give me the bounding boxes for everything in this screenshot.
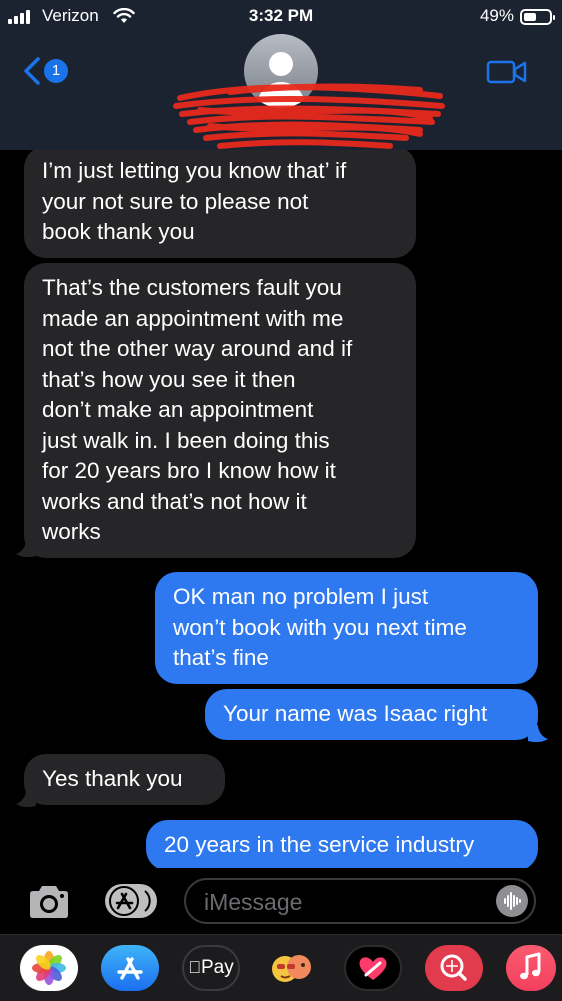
digital-touch-heart-icon [359, 957, 387, 980]
message-bubble-outgoing[interactable]: OK man no problem I just won’t book with… [155, 572, 538, 684]
message-line: That’s the customers fault you [42, 275, 342, 300]
chevron-left-icon [24, 57, 40, 85]
message-input[interactable] [202, 888, 476, 916]
battery-percent: 49% [479, 6, 514, 25]
photos-icon [32, 951, 66, 985]
redaction-scribble [173, 83, 445, 149]
message-bubble-incoming[interactable]: Yes thank you [24, 754, 225, 805]
message-line: that’s fine [173, 645, 269, 670]
apple-pay-label: Pay [194, 957, 234, 978]
app-store-button[interactable] [105, 884, 157, 918]
imessage-app-drawer: Pay [0, 934, 562, 1001]
conversation-header: Verizon 3:32 PM 49% 1 [0, 0, 562, 150]
bubble-tail [528, 725, 548, 743]
message-thread[interactable]: I’m just letting you know that’ if your … [0, 150, 562, 868]
message-line: for 20 years bro I know how it [42, 458, 336, 483]
camera-icon[interactable] [26, 884, 72, 920]
music-note-icon [520, 952, 541, 980]
photos-app-button[interactable] [20, 945, 78, 991]
message-bubble-outgoing[interactable]: Your name was Isaac right [205, 689, 538, 740]
message-input-field[interactable] [184, 878, 536, 924]
message-bubble-outgoing[interactable]: 20 years in the service industry [146, 820, 538, 868]
message-line: book thank you [42, 219, 195, 244]
back-button[interactable]: 1 [22, 56, 68, 86]
battery-level-fill [524, 13, 536, 21]
message-line: Yes thank you [42, 766, 183, 791]
message-line: works and that’s not how it [42, 488, 307, 514]
message-line: works [42, 519, 101, 544]
message-line: not the other way around and if [42, 336, 353, 361]
message-line: your not sure to please not [42, 188, 309, 214]
audio-waveform-icon [504, 892, 521, 910]
bubble-tail [16, 790, 36, 808]
audio-message-button[interactable] [496, 885, 528, 917]
message-bubble-incoming[interactable]: That’s the customers fault you made an a… [24, 263, 416, 558]
unread-badge: 1 [44, 59, 68, 83]
message-bubble-incoming[interactable]: I’m just letting you know that’ if your … [24, 150, 416, 258]
app-store-icon [117, 957, 143, 980]
message-line: won’t book with you next time [173, 614, 467, 640]
image-search-app-button[interactable] [425, 945, 483, 991]
message-line: made an appointment with me [42, 305, 344, 331]
video-camera-icon[interactable] [486, 58, 528, 86]
apple-pay-icon:  [188, 958, 201, 977]
digital-touch-app-button[interactable] [344, 945, 402, 991]
music-app-button[interactable] [506, 945, 556, 991]
message-line: Your name was Isaac right [223, 701, 488, 726]
status-bar: Verizon 3:32 PM 49% [0, 6, 562, 28]
app-store-app-button[interactable] [101, 945, 159, 991]
message-line: that’s how you see it then [42, 366, 296, 392]
app-store-icon [109, 886, 151, 916]
memoji-icon [272, 955, 311, 982]
clock-time: 3:32 PM [248, 6, 314, 25]
apple-pay-app-button[interactable]: Pay [182, 945, 240, 991]
message-line: don’t make an appointment [42, 397, 314, 422]
message-line: just walk in. I been doing this [42, 427, 330, 453]
memoji-app-button[interactable] [263, 945, 321, 991]
message-line: 20 years in the service industry [164, 832, 475, 857]
bubble-tail [16, 540, 36, 558]
message-line: I’m just letting you know that’ if [42, 158, 347, 183]
image-search-icon [440, 954, 467, 981]
message-line: OK man no problem I just [173, 584, 429, 609]
message-composer [0, 868, 562, 934]
battery-icon [520, 9, 555, 25]
